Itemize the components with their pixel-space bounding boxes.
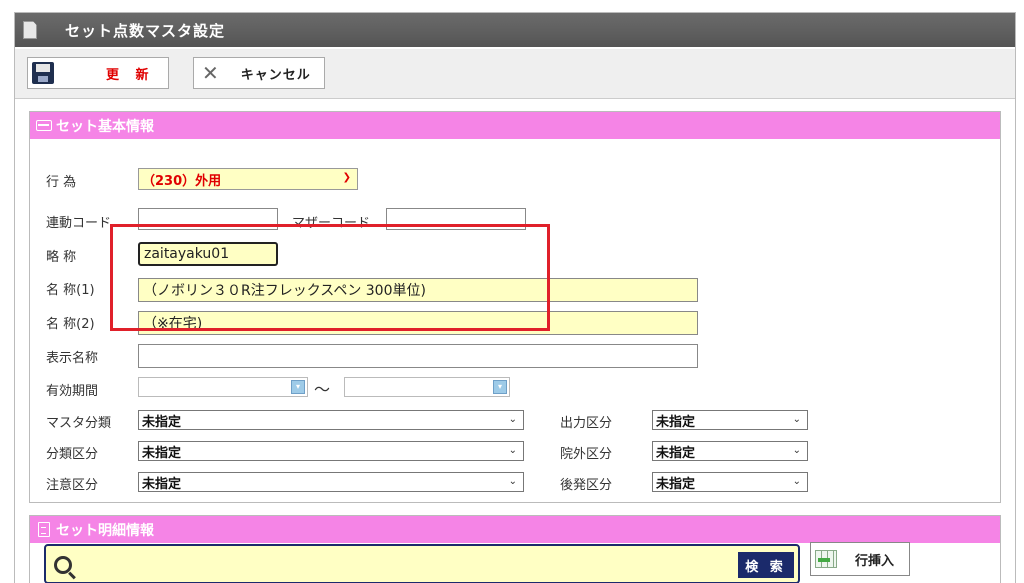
master-class-value: 未指定: [142, 414, 182, 430]
caution-label: 注意区分: [46, 478, 99, 493]
search-input[interactable]: 検 索: [44, 544, 800, 583]
chevron-down-icon: ⌄: [508, 414, 517, 425]
floppy-disk-icon: [32, 62, 54, 84]
chevron-down-icon: ⌄: [792, 476, 801, 487]
outside-label: 院外区分: [560, 447, 613, 462]
search-button[interactable]: 検 索: [738, 552, 794, 578]
name1-label: 名 称(1): [46, 283, 95, 298]
act-label: 行 為: [46, 175, 77, 190]
basic-info-panel: セット基本情報 行 為 （230）外用 ❯ 連動コード マザーコード 略 称 z…: [29, 111, 1001, 503]
master-class-select[interactable]: 未指定 ⌄: [138, 410, 524, 430]
display-name-input[interactable]: [138, 344, 698, 368]
period-end-input[interactable]: ▾: [344, 377, 510, 397]
insert-row-label: 行挿入: [855, 553, 895, 569]
insert-row-icon: [815, 550, 837, 568]
close-icon: ✕: [202, 61, 219, 85]
name2-input[interactable]: （※在宅): [138, 311, 698, 335]
name1-input[interactable]: （ノボリン３０R注フレックスペン 300単位): [138, 278, 698, 302]
main-window: セット点数マスタ設定 更 新 ✕ キャンセル セット基本情報 行 為 （230）…: [14, 12, 1016, 583]
short-name-input[interactable]: zaitayaku01: [138, 242, 278, 266]
output-value: 未指定: [656, 414, 696, 430]
generic-select[interactable]: 未指定 ⌄: [652, 472, 808, 492]
detail-info-panel: セット明細情報 検 索 行挿入: [29, 515, 1001, 583]
calendar-icon[interactable]: ▾: [291, 380, 305, 394]
toolbar: 更 新 ✕ キャンセル: [15, 49, 1015, 99]
chevron-down-icon: ⌄: [508, 476, 517, 487]
save-button[interactable]: 更 新: [27, 57, 169, 89]
mother-code-label: マザーコード: [292, 216, 371, 231]
chevron-down-icon: ❯: [342, 172, 351, 183]
chevron-down-icon: ⌄: [792, 414, 801, 425]
basic-info-header: セット基本情報: [30, 112, 1000, 139]
cancel-button[interactable]: ✕ キャンセル: [193, 57, 325, 89]
document-icon: [23, 21, 37, 39]
act-select[interactable]: （230）外用 ❯: [138, 168, 358, 190]
act-select-value: （230）外用: [142, 173, 222, 189]
detail-info-header: セット明細情報: [30, 516, 1000, 543]
name2-label: 名 称(2): [46, 317, 95, 332]
period-start-input[interactable]: ▾: [138, 377, 308, 397]
display-name-label: 表示名称: [46, 351, 99, 366]
output-select[interactable]: 未指定 ⌄: [652, 410, 808, 430]
master-class-label: マスタ分類: [46, 416, 112, 431]
cancel-button-label: キャンセル: [240, 67, 311, 83]
window-title: セット点数マスタ設定: [65, 21, 226, 40]
short-name-label: 略 称: [46, 250, 77, 265]
caution-value: 未指定: [142, 476, 182, 492]
basic-info-title: セット基本情報: [56, 118, 154, 135]
detail-info-title: セット明細情報: [56, 522, 154, 539]
outside-value: 未指定: [656, 445, 696, 461]
calendar-icon[interactable]: ▾: [493, 380, 507, 394]
caution-select[interactable]: 未指定 ⌄: [138, 472, 524, 492]
mother-code-input[interactable]: [386, 208, 526, 230]
generic-value: 未指定: [656, 476, 696, 492]
valid-period-label: 有効期間: [46, 384, 99, 399]
card-icon: [36, 120, 52, 131]
chevron-down-icon: ⌄: [792, 445, 801, 456]
chevron-down-icon: ⌄: [508, 445, 517, 456]
output-label: 出力区分: [560, 416, 613, 431]
period-separator: ～: [314, 380, 331, 399]
outside-select[interactable]: 未指定 ⌄: [652, 441, 808, 461]
link-code-label: 連動コード: [46, 216, 112, 231]
category-value: 未指定: [142, 445, 182, 461]
generic-label: 後発区分: [560, 478, 613, 493]
category-select[interactable]: 未指定 ⌄: [138, 441, 524, 461]
save-button-label: 更 新: [106, 67, 155, 83]
insert-row-button[interactable]: 行挿入: [810, 542, 910, 576]
category-label: 分類区分: [46, 447, 99, 462]
title-bar: セット点数マスタ設定: [15, 13, 1015, 47]
search-icon: [54, 556, 72, 574]
link-code-input[interactable]: [138, 208, 278, 230]
clipboard-icon: [38, 522, 50, 537]
